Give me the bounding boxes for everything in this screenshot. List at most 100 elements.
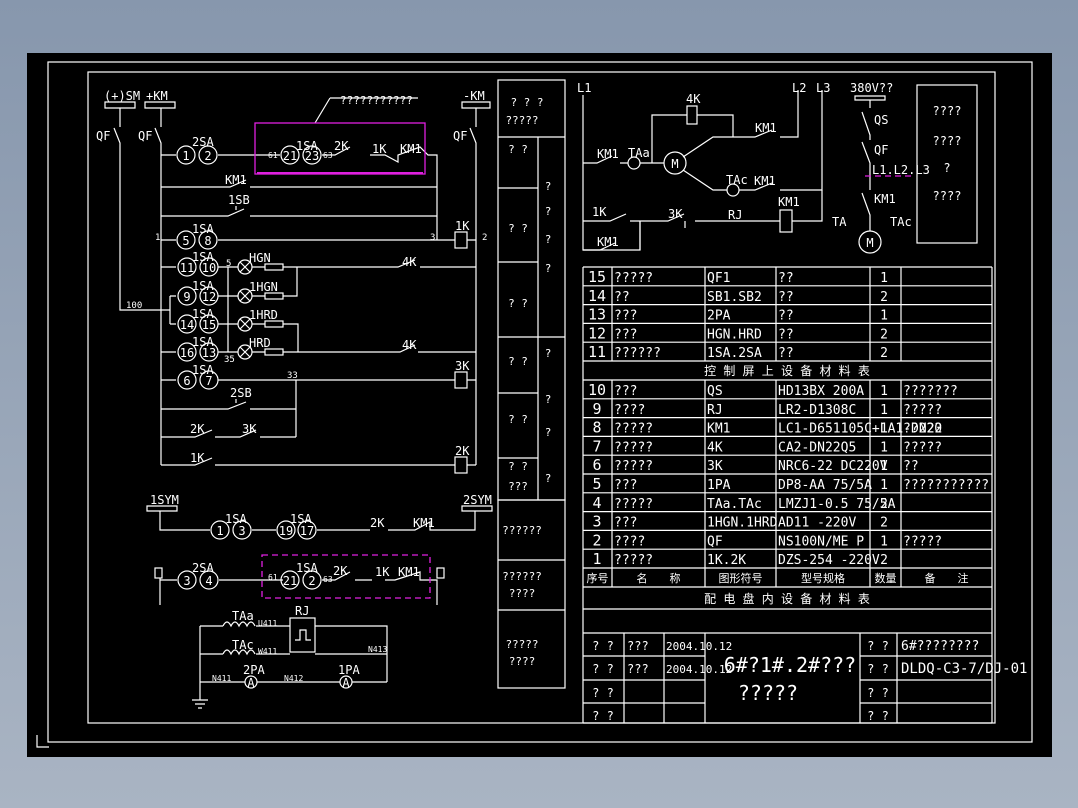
- tb-name: ???: [627, 639, 649, 653]
- table-cell: ????: [614, 403, 645, 418]
- terminal-number: A: [247, 676, 255, 690]
- node-100: 100: [126, 301, 142, 311]
- label-km1: KM1: [755, 121, 777, 135]
- table-cell: 4K: [707, 440, 723, 455]
- label-4k: 4K: [402, 255, 417, 269]
- motor-symbol: M: [671, 157, 678, 171]
- label-1sym: 1SYM: [150, 493, 179, 507]
- terminal-number: 6: [183, 374, 190, 388]
- table-cell: SB1.SB2: [707, 290, 762, 305]
- table-cell: 1HGN.1HRD: [707, 516, 778, 531]
- table-cell: 4: [592, 494, 601, 512]
- legend-text: ????: [933, 134, 962, 148]
- table-cell: 2PA: [707, 309, 731, 324]
- cad-drawing-canvas[interactable]: 15????? QF1?? 114?? SB1.SB2?? 213??? 2PA?? 112…: [0, 0, 1078, 808]
- bus-label-pos-sm: (+)SM: [104, 89, 140, 103]
- tb-label: ? ?: [592, 686, 614, 700]
- table-cell: 1PA: [707, 478, 731, 493]
- side-cell: ?: [545, 180, 552, 193]
- label-tac: TAc: [890, 215, 912, 229]
- table-cell: ???: [614, 327, 637, 342]
- label-1k-coil: 1K: [455, 219, 470, 233]
- table-cell: RJ: [707, 403, 723, 418]
- label-1sa: 1SA: [296, 561, 318, 575]
- bus-label-pos-km: +KM: [146, 89, 168, 103]
- table-cell: 8: [592, 419, 601, 437]
- node-3: 3: [430, 233, 435, 243]
- label-1sa: 1SA: [192, 279, 214, 293]
- terminal-number: 3: [183, 574, 190, 588]
- label-qf: QF: [874, 143, 888, 157]
- label-1hrd: 1HRD: [249, 308, 278, 322]
- side-cell: ? ?: [508, 297, 528, 310]
- table-cell: ?????: [903, 403, 942, 418]
- table-cell: QF: [707, 534, 723, 549]
- table-cell: 1: [592, 550, 601, 568]
- table-cell: ??: [778, 290, 794, 305]
- table-cell: 2: [880, 516, 888, 531]
- table-cell: QF1: [707, 271, 730, 286]
- table-cell: HGN.HRD: [707, 327, 762, 342]
- tb-label: ? ?: [867, 709, 889, 723]
- table-cell: ???: [614, 384, 637, 399]
- label-1sa: 1SA: [290, 512, 312, 526]
- drawing-name: ?????: [738, 681, 798, 705]
- label-phases: L1.L2.L3: [872, 163, 930, 177]
- table-cell: 5: [592, 475, 601, 493]
- table-cell: ?????: [614, 459, 653, 474]
- table-cell: 1: [880, 440, 888, 455]
- label-4k: 4K: [686, 92, 701, 106]
- table-cell: ???????: [903, 384, 958, 399]
- tb-label: ? ?: [592, 639, 614, 653]
- label-rj: RJ: [728, 208, 742, 222]
- table-cell: ??????: [614, 346, 661, 361]
- bus-label-neg-km: -KM: [463, 89, 485, 103]
- table-cell: 14: [588, 287, 606, 305]
- label-km1: KM1: [597, 147, 619, 161]
- label-3k: 3K: [242, 422, 257, 436]
- table-header: 名 称: [637, 571, 681, 585]
- label-supply: 380V??: [850, 81, 893, 95]
- terminal-number: 9: [183, 290, 190, 304]
- table-cell: ??: [614, 290, 630, 305]
- label-km1: KM1: [597, 235, 619, 249]
- side-cell: ????: [509, 587, 536, 600]
- dist-table-title: 配 电 盘 内 设 备 材 料 表: [704, 591, 870, 606]
- label-rj: RJ: [295, 604, 309, 618]
- model-space-background: [27, 53, 1052, 757]
- legend-text: ?: [943, 161, 950, 175]
- node-61: 61: [268, 151, 278, 160]
- label-1sa: 1SA: [225, 512, 247, 526]
- label-km1: KM1: [874, 192, 896, 206]
- label-hgn: HGN: [249, 251, 271, 265]
- table-cell: NRC6-22 DC220V: [778, 459, 888, 474]
- tb-name: ???: [627, 662, 649, 676]
- label-1k: 1K: [372, 142, 387, 156]
- control-table-title: 控 制 屏 上 设 备 材 料 表: [704, 364, 870, 378]
- table-header: 图形符号: [719, 572, 763, 585]
- table-cell: 7: [592, 437, 601, 455]
- side-cell: ????: [509, 655, 536, 668]
- label-1sb: 1SB: [228, 193, 250, 207]
- table-cell: 15: [588, 268, 606, 286]
- table-cell: 2: [880, 553, 888, 568]
- terminal-number: 17: [300, 524, 314, 538]
- tb-value: 6#????????: [901, 639, 979, 654]
- terminal-number: 3: [238, 524, 245, 538]
- table-cell: TAa.TAc: [707, 497, 762, 512]
- table-cell: ?????: [614, 271, 653, 286]
- node-63: 63: [323, 575, 333, 584]
- label-1sa: 1SA: [192, 250, 214, 264]
- label-2k: 2K: [333, 564, 348, 578]
- project-title: 6#?1#.2#???: [724, 653, 856, 677]
- table-cell: 2: [880, 346, 888, 361]
- label-km1: KM1: [400, 142, 422, 156]
- label-l3: L3: [816, 81, 830, 95]
- tb-label: ? ?: [592, 662, 614, 676]
- label-hrd: HRD: [249, 336, 271, 350]
- wire-n412: N412: [284, 674, 303, 683]
- side-cell: ?: [545, 262, 552, 275]
- tb-date: 2004.10.12: [666, 640, 732, 653]
- table-cell: CA2-DN22Q5: [778, 440, 856, 455]
- label-1sa: 1SA: [192, 335, 214, 349]
